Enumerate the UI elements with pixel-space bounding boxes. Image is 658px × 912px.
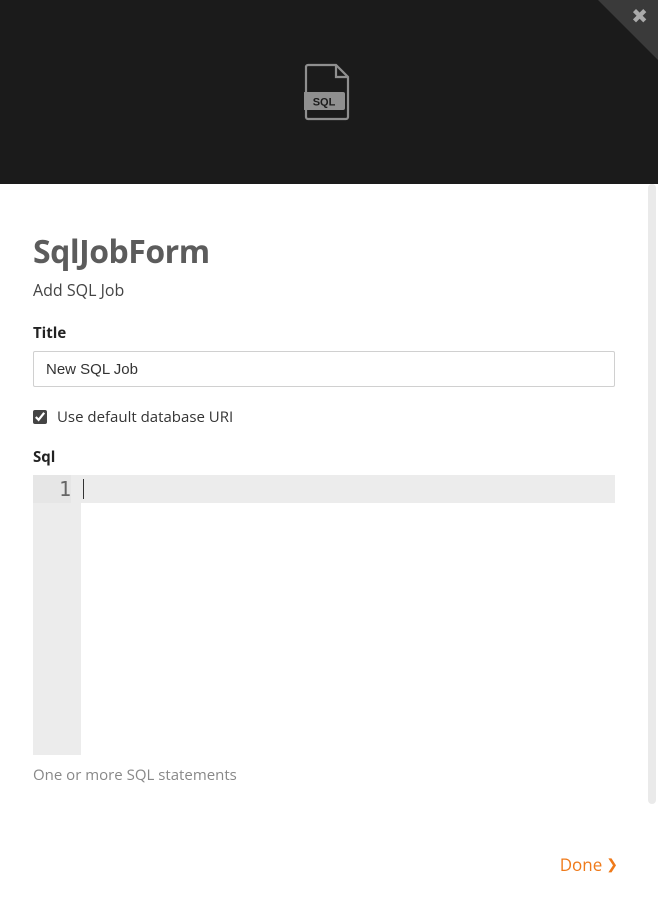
done-button[interactable]: Done ❯ [560, 853, 618, 876]
page-title: SqlJobForm [33, 230, 615, 273]
scrollbar-thumb[interactable] [648, 184, 656, 804]
editor-active-line [81, 475, 615, 503]
done-button-label: Done [560, 853, 603, 876]
use-default-db-label: Use default database URI [57, 407, 233, 427]
line-number: 1 [59, 477, 71, 501]
title-field-label: Title [33, 323, 615, 343]
modal-header: SQL [0, 0, 658, 184]
modal-body: SqlJobForm Add SQL Job Title Use default… [0, 184, 658, 912]
sql-editor[interactable]: 1 [33, 475, 615, 755]
sql-file-icon: SQL [304, 63, 354, 121]
editor-codepane[interactable] [81, 475, 615, 755]
close-icon[interactable]: ✖ [631, 6, 648, 26]
corner-decoration [598, 0, 658, 60]
use-default-db-checkbox[interactable] [33, 410, 47, 424]
chevron-right-icon: ❯ [606, 855, 618, 874]
sql-field-label: Sql [33, 447, 615, 467]
scrollbar-track[interactable] [648, 184, 658, 912]
modal-footer: Done ❯ [0, 825, 658, 912]
editor-cursor [83, 479, 84, 499]
title-input[interactable] [33, 351, 615, 387]
editor-gutter: 1 [33, 475, 81, 755]
sql-file-icon-label: SQL [313, 97, 336, 109]
sql-hint: One or more SQL statements [33, 765, 615, 785]
sql-job-form-modal: ✖ SQL SqlJobForm Add SQL Job Title Use [0, 0, 658, 912]
page-subtitle: Add SQL Job [33, 279, 615, 301]
